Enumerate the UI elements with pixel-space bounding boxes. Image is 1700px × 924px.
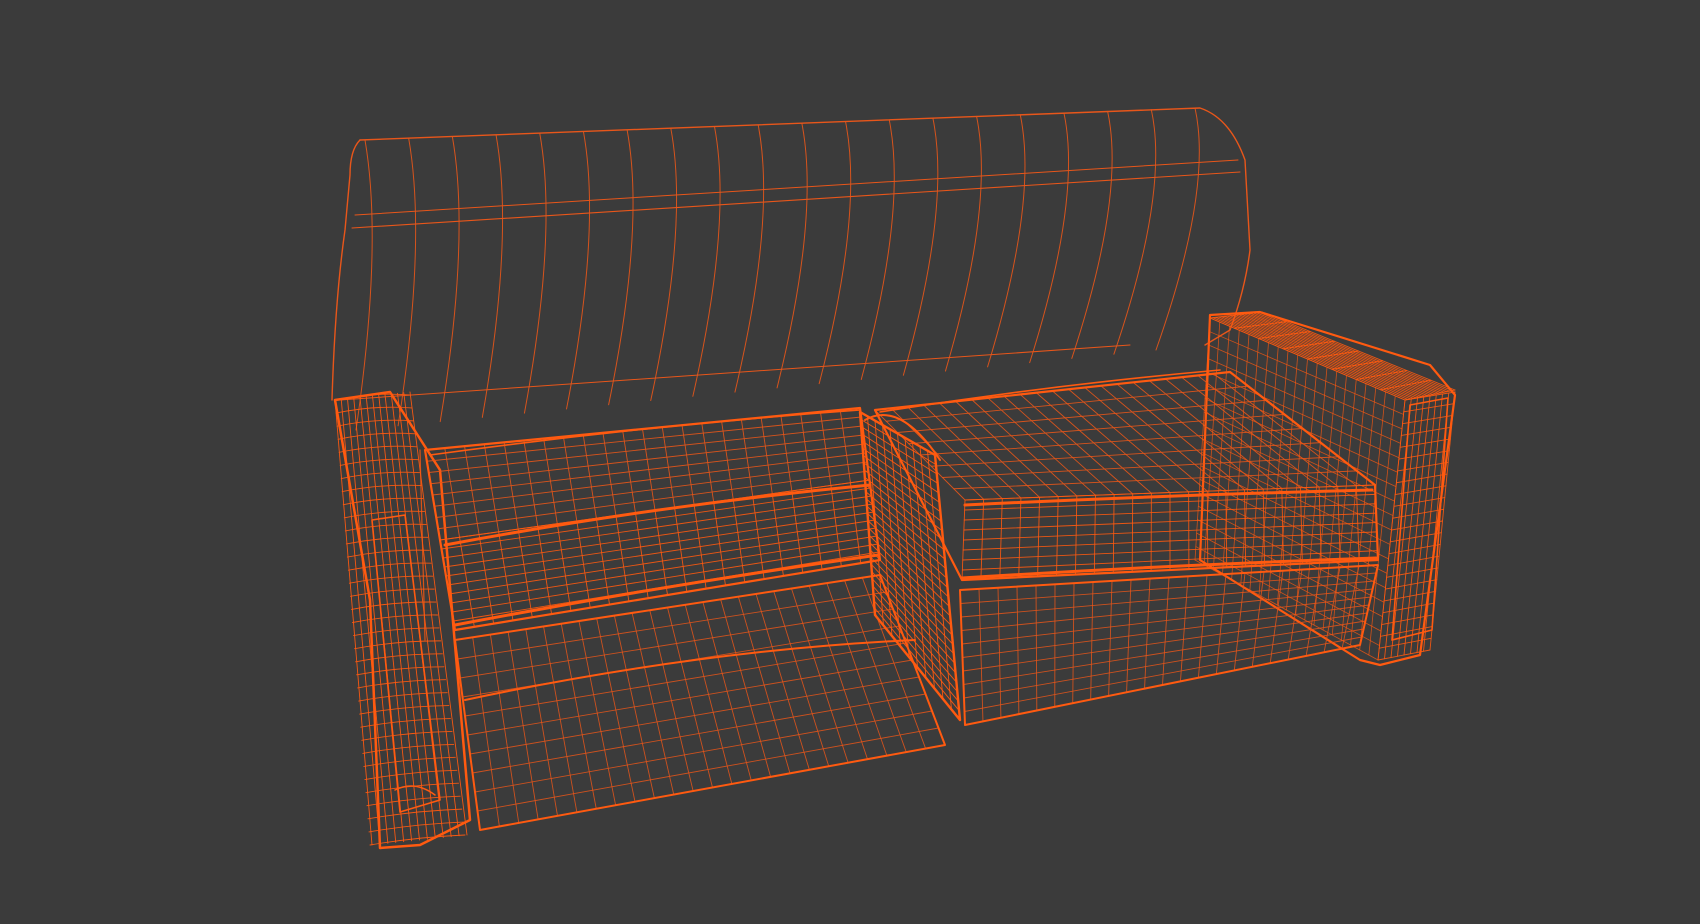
3d-viewport[interactable] [0,0,1700,924]
sofa-wireframe-render [0,0,1700,924]
